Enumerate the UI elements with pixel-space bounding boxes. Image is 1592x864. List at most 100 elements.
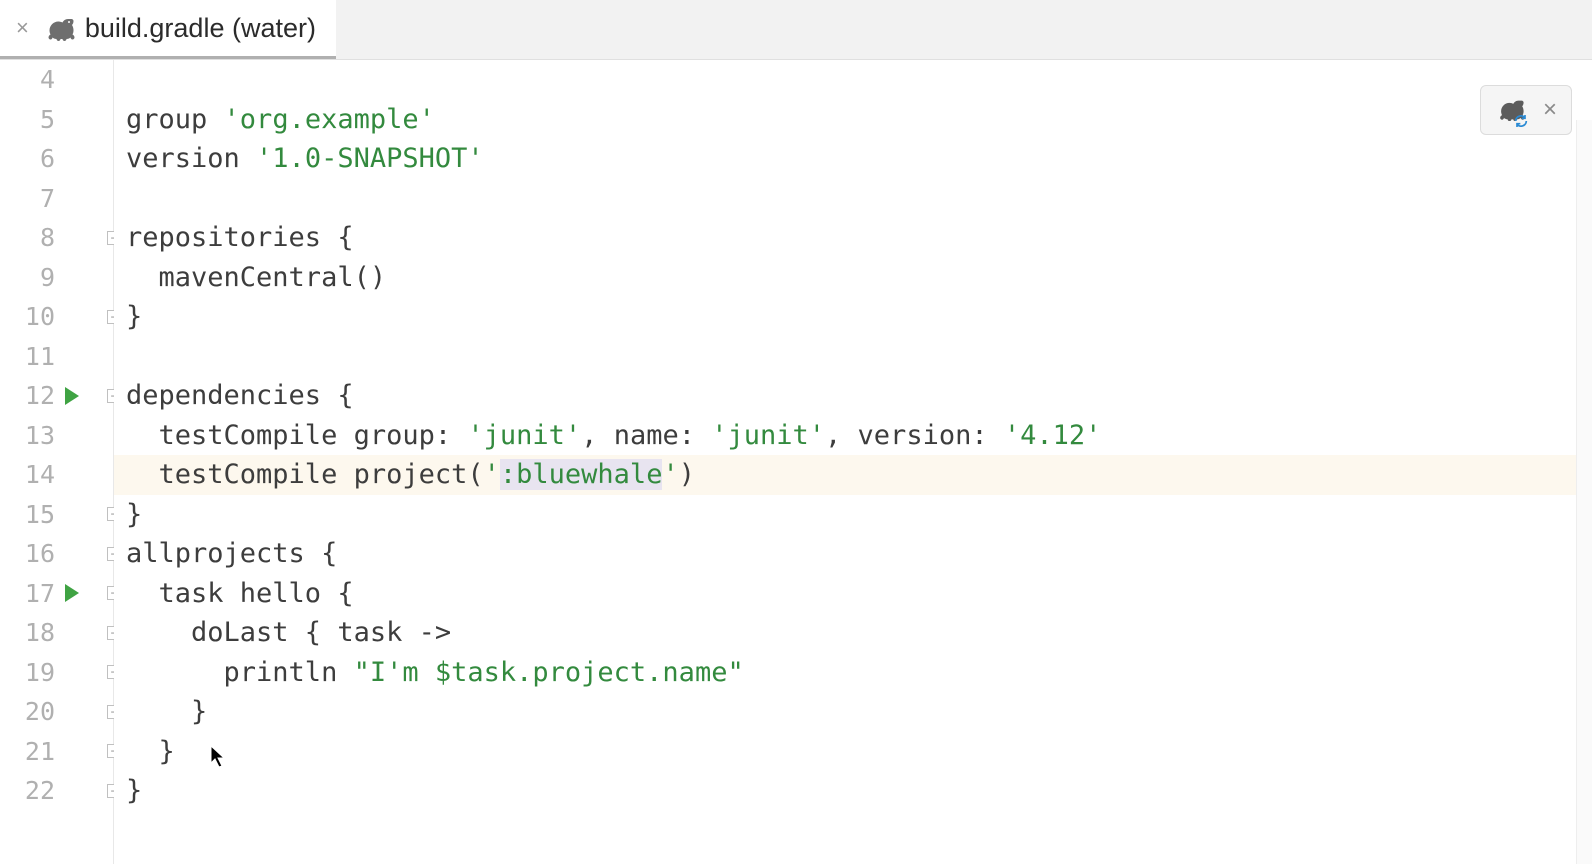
gutter-row: 7	[0, 179, 113, 219]
code-line[interactable]: repositories {	[114, 218, 1592, 258]
code-token: println	[126, 657, 354, 688]
gutter-row: 10−	[0, 297, 113, 337]
code-token: task hello {	[126, 578, 354, 609]
gutter-row: 15−	[0, 495, 113, 535]
code-token: version	[858, 420, 972, 451]
code-line[interactable]	[114, 337, 1592, 377]
code-token: :	[679, 420, 712, 451]
code-line[interactable]: dependencies {	[114, 376, 1592, 416]
code-token: }	[126, 696, 207, 727]
code-token: name	[614, 420, 679, 451]
gutter-row: 18−	[0, 613, 113, 653]
code-area[interactable]: group 'org.example'version '1.0-SNAPSHOT…	[114, 60, 1592, 864]
line-number: 17	[25, 579, 55, 608]
gutter: 4 5 6 7 8− 9 10− 11 12− 13 14 15−16−17−18−19−20−21−…	[0, 60, 114, 864]
code-token: dependencies {	[126, 380, 354, 411]
code-token: }	[126, 736, 175, 767]
code-line[interactable]: version '1.0-SNAPSHOT'	[114, 139, 1592, 179]
gutter-row: 13	[0, 416, 113, 456]
gutter-row: 5	[0, 100, 113, 140]
line-number: 7	[40, 184, 55, 213]
tab-bar: × build.gradle (water)	[0, 0, 1592, 60]
code-token: ,	[825, 420, 858, 451]
code-token: testCompile project(	[126, 459, 484, 490]
code-token: )	[679, 459, 695, 490]
gutter-row: 12−	[0, 376, 113, 416]
code-token: '4.12'	[1004, 420, 1102, 451]
vertical-scrollbar[interactable]	[1576, 120, 1592, 864]
code-token: '	[484, 459, 500, 490]
code-token: }	[126, 301, 142, 332]
code-line[interactable]	[114, 60, 1592, 100]
code-line[interactable]: }	[114, 771, 1592, 811]
code-token: }	[126, 775, 142, 806]
code-token: 'junit'	[711, 420, 825, 451]
line-number: 6	[40, 144, 55, 173]
line-number: 19	[25, 658, 55, 687]
line-number: 22	[25, 776, 55, 805]
refresh-icon	[1513, 113, 1529, 129]
code-line[interactable]: }	[114, 495, 1592, 535]
code-line[interactable]: allprojects {	[114, 534, 1592, 574]
code-token: }	[126, 499, 142, 530]
gutter-row: 8−	[0, 218, 113, 258]
close-toolbar-icon[interactable]: ×	[1543, 96, 1557, 124]
line-number: 4	[40, 65, 55, 94]
code-line[interactable]: group 'org.example'	[114, 100, 1592, 140]
code-token: 'org.example'	[224, 104, 435, 135]
code-line[interactable]: task hello {	[114, 574, 1592, 614]
line-number: 15	[25, 500, 55, 529]
code-token: doLast { task ->	[126, 617, 451, 648]
line-number: 5	[40, 105, 55, 134]
code-token: group	[354, 420, 435, 451]
code-line[interactable]	[114, 179, 1592, 219]
gutter-row: 11	[0, 337, 113, 377]
line-number: 14	[25, 460, 55, 489]
code-token: :	[971, 420, 1004, 451]
code-line[interactable]: testCompile group: 'junit', name: 'junit…	[114, 416, 1592, 456]
code-token: "I'm $task.project.name"	[354, 657, 744, 688]
gutter-row: 16−	[0, 534, 113, 574]
gutter-row: 20−	[0, 692, 113, 732]
run-gutter-icon[interactable]	[65, 584, 79, 602]
code-token: version	[126, 143, 256, 174]
line-number: 12	[25, 381, 55, 410]
code-token: ,	[581, 420, 614, 451]
gradle-reload-toolbar: ×	[1480, 85, 1572, 135]
code-line[interactable]: mavenCentral()	[114, 258, 1592, 298]
line-number: 8	[40, 223, 55, 252]
code-token: allprojects {	[126, 538, 337, 569]
code-token: testCompile	[126, 420, 354, 451]
gutter-row: 4	[0, 60, 113, 100]
code-token: repositories {	[126, 222, 354, 253]
code-line[interactable]: }	[114, 297, 1592, 337]
line-number: 11	[25, 342, 55, 371]
gutter-row: 22−	[0, 771, 113, 811]
gutter-row: 14	[0, 455, 113, 495]
code-token: 'junit'	[467, 420, 581, 451]
code-line[interactable]: doLast { task ->	[114, 613, 1592, 653]
code-token: group	[126, 104, 224, 135]
code-line[interactable]: }	[114, 692, 1592, 732]
editor: 4 5 6 7 8− 9 10− 11 12− 13 14 15−16−17−18−19−20−21−…	[0, 60, 1592, 864]
code-token: :	[435, 420, 468, 451]
code-token: :bluewhale	[500, 459, 663, 490]
gutter-row: 17−	[0, 574, 113, 614]
close-tab-icon[interactable]: ×	[12, 15, 33, 41]
line-number: 9	[40, 263, 55, 292]
gradle-reload-button[interactable]	[1495, 97, 1525, 123]
gutter-row: 19−	[0, 653, 113, 693]
gutter-row: 9	[0, 258, 113, 298]
file-tab[interactable]: × build.gradle (water)	[0, 0, 336, 59]
gutter-row: 21−	[0, 732, 113, 772]
code-token: '1.0-SNAPSHOT'	[256, 143, 484, 174]
run-gutter-icon[interactable]	[65, 387, 79, 405]
gutter-row: 6	[0, 139, 113, 179]
line-number: 16	[25, 539, 55, 568]
line-number: 13	[25, 421, 55, 450]
code-token: mavenCentral()	[126, 262, 386, 293]
line-number: 21	[25, 737, 55, 766]
code-line[interactable]: println "I'm $task.project.name"	[114, 653, 1592, 693]
code-line[interactable]: testCompile project(':bluewhale')	[114, 455, 1592, 495]
code-line[interactable]: }	[114, 732, 1592, 772]
